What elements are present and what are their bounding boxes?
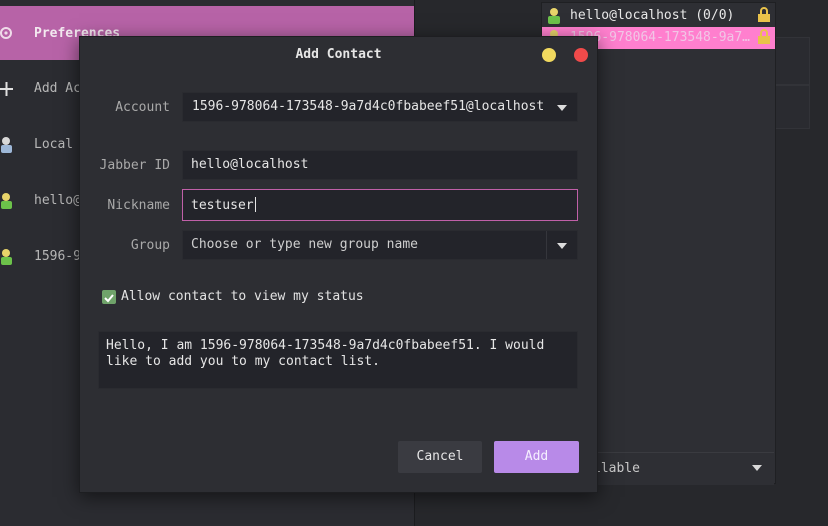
nickname-label: Nickname: [107, 198, 170, 213]
sidebar-item-label: Local: [34, 137, 74, 152]
account-value: 1596-978064-173548-9a7d4c0fbabeef51@loca…: [192, 99, 545, 114]
group-placeholder: Choose or type new group name: [191, 237, 418, 252]
user-online-icon: [1, 193, 12, 209]
side-panel-block: [774, 85, 810, 129]
add-button-label: Add: [524, 449, 549, 464]
add-button[interactable]: Add: [494, 441, 579, 473]
jabber-id-value: hello@localhost: [191, 157, 309, 172]
side-panel-block: [774, 37, 810, 85]
account-label: Account: [115, 100, 170, 115]
user-online-icon: [1, 249, 12, 265]
chevron-down-icon[interactable]: [557, 243, 567, 249]
cancel-button-label: Cancel: [416, 449, 464, 464]
nickname-input[interactable]: testuser: [182, 189, 578, 221]
add-contact-dialog: Add Contact Account 1596-978064-173548-9…: [79, 36, 598, 493]
user-icon: [1, 137, 12, 153]
group-combobox[interactable]: Choose or type new group name: [182, 230, 578, 260]
jabber-id-input[interactable]: hello@localhost: [182, 150, 578, 180]
group-label: Group: [130, 238, 170, 253]
contact-row[interactable]: hello@localhost (0/0): [542, 5, 775, 27]
user-online-icon: [548, 8, 560, 24]
sidebar-item-label: 1596-9: [34, 249, 81, 264]
status-label: ilable: [593, 461, 640, 476]
chevron-down-icon: [752, 465, 762, 471]
dialog-title: Add Contact: [295, 47, 382, 62]
combobox-divider: [546, 231, 547, 259]
nickname-value: testuser: [191, 198, 254, 213]
request-message-text: Hello, I am 1596-978064-173548-9a7d4c0fb…: [106, 338, 553, 369]
request-message-textarea[interactable]: Hello, I am 1596-978064-173548-9a7d4c0fb…: [98, 331, 578, 389]
close-button[interactable]: [574, 48, 588, 62]
text-cursor: [254, 197, 256, 212]
sidebar-item-label: hello@: [34, 193, 81, 208]
contact-label: hello@localhost (0/0): [570, 8, 735, 23]
lock-icon: [758, 7, 770, 22]
checkmark-icon: [104, 294, 114, 303]
account-select[interactable]: 1596-978064-173548-9a7d4c0fbabeef51@loca…: [182, 92, 578, 122]
allow-status-label[interactable]: Allow contact to view my status: [121, 289, 364, 304]
minimize-button[interactable]: [542, 48, 556, 62]
lock-icon: [758, 29, 770, 44]
cancel-button[interactable]: Cancel: [398, 441, 482, 473]
jabber-id-label: Jabber ID: [99, 158, 170, 173]
allow-status-checkbox[interactable]: [102, 290, 116, 304]
plus-icon: [0, 82, 13, 96]
sidebar-item-label: Add Ac: [34, 81, 81, 96]
gear-icon: [0, 27, 12, 39]
chevron-down-icon: [557, 105, 567, 111]
dialog-titlebar[interactable]: Add Contact: [80, 37, 597, 71]
